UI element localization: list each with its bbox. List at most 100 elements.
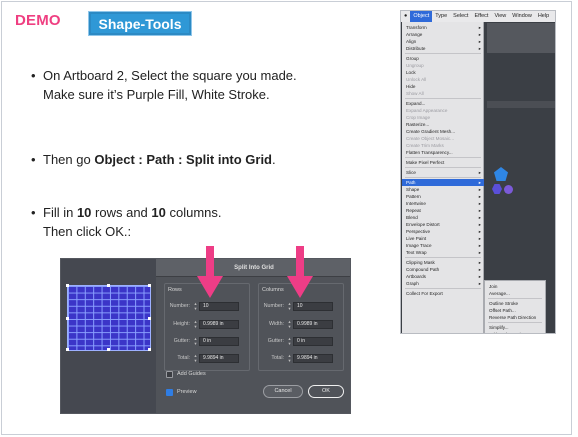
menu-item[interactable]: Pattern ▸ [402, 193, 484, 200]
menu-item[interactable]: Create Object Mosaic... [402, 135, 484, 142]
columns-total-spinner-icon[interactable]: ▴ ▾ [287, 353, 292, 363]
menu-item[interactable]: Image Trace ▸ [402, 242, 484, 249]
bullet-3-line-2: Then click OK.: [43, 224, 132, 239]
dialog-title: Split Into Grid [156, 259, 350, 277]
rows-gutter-label: Gutter: [173, 338, 190, 344]
columns-gutter-spinner-icon[interactable]: ▴ ▾ [287, 336, 292, 346]
menu-item-label: Expand Appearance [406, 108, 448, 113]
menu-item-label: Create Gradient Mesh... [406, 129, 456, 134]
menu-item[interactable]: Graph ▸ [402, 280, 484, 287]
menu-item[interactable]: Reverse Path Direction [485, 314, 545, 321]
menu-item[interactable]: Expand Appearance [402, 107, 484, 114]
columns-total-field[interactable]: 9.9894 in [293, 354, 333, 363]
menu-item[interactable]: Arrange ▸ [402, 31, 484, 38]
menu-bar-item[interactable]: Help [535, 11, 552, 22]
menu-item-label: Transform [406, 25, 427, 30]
columns-width-spinner-icon[interactable]: ▴ ▾ [287, 319, 292, 329]
menu-item[interactable]: Ungroup [402, 62, 484, 69]
menu-bar-item[interactable]: Object [410, 11, 433, 22]
menu-separator [405, 157, 481, 158]
menu-item[interactable]: Create Trim Marks [402, 142, 484, 149]
bullet-2: • Then go Object : Path : Split into Gri… [31, 150, 276, 169]
menu-item-label: Offset Path... [489, 308, 516, 313]
rows-total-field[interactable]: 9.9894 in [199, 354, 239, 363]
preview-checkbox[interactable] [166, 389, 173, 396]
menu-bar-item[interactable]: Window [509, 11, 535, 22]
menu-item[interactable]: Distribute ▸ [402, 45, 484, 52]
menu-item[interactable]: Intertwine ▸ [402, 200, 484, 207]
menu-item[interactable]: Transform ▸ [402, 24, 484, 31]
menu-item[interactable]: Live Paint ▸ [402, 235, 484, 242]
menu-item[interactable]: Slice ▸ [402, 169, 484, 176]
rows-height-field[interactable]: 0.9989 in [199, 320, 239, 329]
apple-menu-icon[interactable]: ● [401, 11, 410, 22]
cancel-button[interactable]: Cancel [263, 385, 303, 398]
rows-gutter-field[interactable]: 0 in [199, 337, 239, 346]
menu-item-label: Repeat [406, 208, 421, 213]
menu-item[interactable]: Group [402, 55, 484, 62]
menu-item[interactable]: Collect For Export [402, 290, 484, 297]
menu-item[interactable]: Path ▸ [402, 179, 484, 186]
slide: DEMO Shape-Tools • On Artboard 2, Select… [0, 0, 578, 437]
menu-item[interactable]: Outline Stroke [485, 300, 545, 307]
columns-width-field[interactable]: 0.9989 in [293, 320, 333, 329]
menu-item[interactable]: Create Gradient Mesh... [402, 128, 484, 135]
rows-total-spinner-icon[interactable]: ▴ ▾ [193, 353, 198, 363]
bullet-3: • Fill in 10 rows and 10 columns. Then c… [31, 203, 222, 241]
purple-grid-preview [66, 284, 151, 351]
menu-item-label: Live Paint [406, 236, 427, 241]
menu-item[interactable]: Text Wrap ▸ [402, 249, 484, 256]
submenu-arrow-icon: ▸ [478, 281, 481, 286]
menu-bar-item[interactable]: Select [450, 11, 471, 22]
menu-item[interactable]: Shape ▸ [402, 186, 484, 193]
menu-item[interactable]: Align ▸ [402, 38, 484, 45]
menu-item[interactable]: Compound Path ▸ [402, 266, 484, 273]
tool-badge: Shape-Tools [89, 12, 191, 35]
menu-item[interactable]: Hide [402, 83, 484, 90]
anchor-point [148, 317, 151, 320]
menu-item[interactable]: Average... [485, 290, 545, 297]
menu-item-label: Blend [406, 215, 418, 220]
menu-item[interactable]: Flatten Transparency... [402, 149, 484, 156]
menu-item-label: Rasterize... [406, 122, 430, 127]
menu-item[interactable]: Blend ▸ [402, 214, 484, 221]
menu-item[interactable]: Perspective ▸ [402, 228, 484, 235]
rows-height-spinner-icon[interactable]: ▴ ▾ [193, 319, 198, 329]
columns-number-label: Number: [263, 303, 284, 309]
menu-item[interactable]: Crop Image [402, 114, 484, 121]
menu-item[interactable]: Make Pixel Perfect [402, 159, 484, 166]
menu-item[interactable]: Show All [402, 90, 484, 97]
ok-button[interactable]: OK [308, 385, 344, 398]
menu-item[interactable]: Unlock All [402, 76, 484, 83]
menu-item[interactable]: Simplify... [485, 324, 545, 331]
menu-item[interactable]: Clipping Mask ▸ [402, 259, 484, 266]
columns-number-field[interactable]: 10 [293, 302, 333, 311]
rows-gutter-spinner-icon[interactable]: ▴ ▾ [193, 336, 198, 346]
menu-item[interactable]: Repeat ▸ [402, 207, 484, 214]
path-submenu: Join Average... Outline Stroke Offset Path.… [484, 280, 546, 333]
menu-item-label: Outline Stroke [489, 301, 519, 306]
menu-item[interactable]: Envelope Distort ▸ [402, 221, 484, 228]
menu-item[interactable]: Expand... [402, 100, 484, 107]
menu-item[interactable]: Join [485, 283, 545, 290]
menu-bar-item[interactable]: Effect [471, 11, 491, 22]
menu-item[interactable]: Artboards ▸ [402, 273, 484, 280]
menu-bar-item[interactable]: Type [432, 11, 450, 22]
submenu-arrow-icon: ▸ [478, 260, 481, 265]
menu-item[interactable]: Offset Path... [485, 307, 545, 314]
menu-item[interactable]: Rasterize... [402, 121, 484, 128]
menu-item-label: Graph [406, 281, 419, 286]
menu-item-label: Hide [406, 84, 416, 89]
menu-item[interactable]: Lock [402, 69, 484, 76]
menu-item[interactable]: Add Anchor Points [485, 331, 545, 333]
menu-item-label: Envelope Distort [406, 222, 440, 227]
submenu-arrow-icon: ▸ [478, 25, 481, 30]
rows-number-spinner-icon[interactable]: ▴ ▾ [193, 301, 198, 311]
columns-number-spinner-icon[interactable]: ▴ ▾ [287, 301, 292, 311]
menu-bar-item[interactable]: View [491, 11, 509, 22]
bullet-2-menu-path: Object : Path : Split into Grid [94, 152, 272, 167]
columns-gutter-field[interactable]: 0 in [293, 337, 333, 346]
add-guides-checkbox[interactable] [166, 371, 173, 378]
bullet-2-suffix: . [272, 152, 276, 167]
rows-number-field[interactable]: 10 [199, 302, 239, 311]
